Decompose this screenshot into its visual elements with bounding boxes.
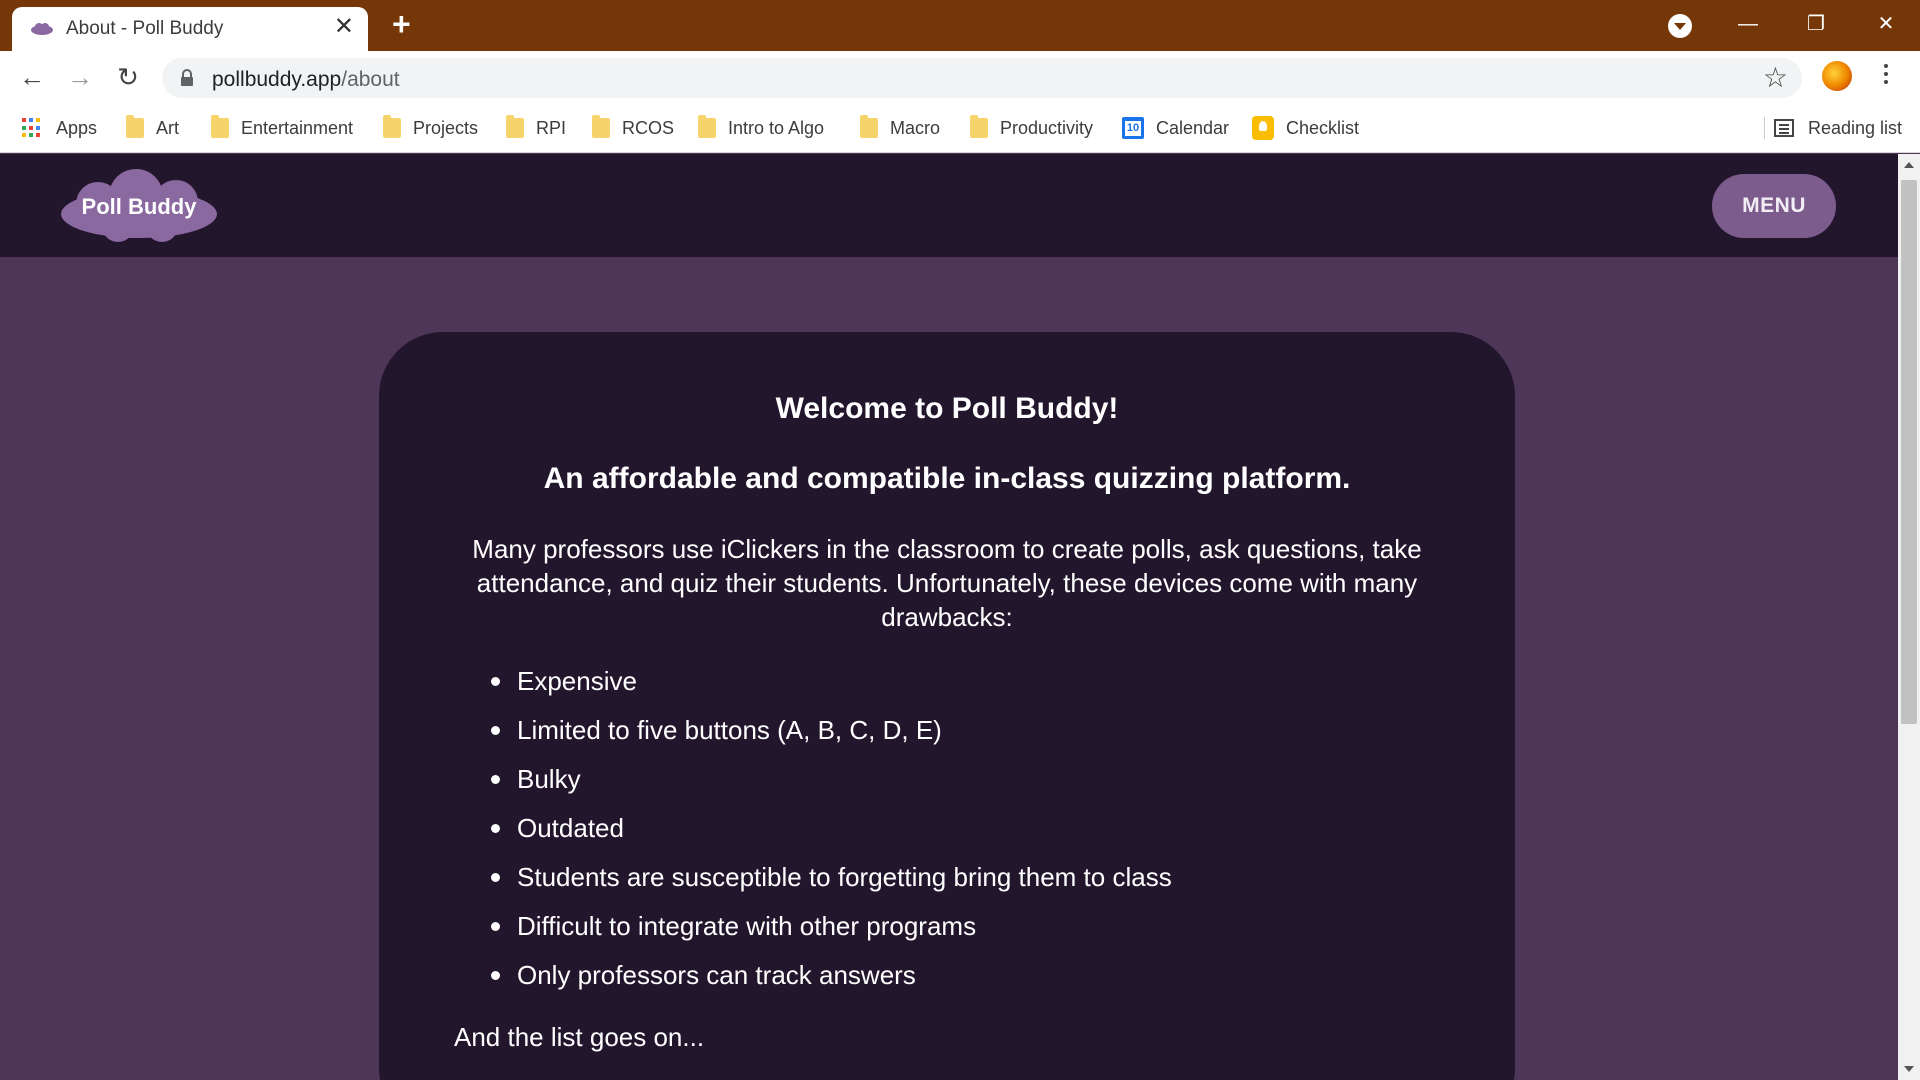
bookmark-label: Intro to Algo [728,117,825,138]
bookmark-productivity[interactable]: Productivity [970,115,1093,141]
tab-close-icon[interactable]: ✕ [334,15,354,39]
bookmark-label: RCOS [622,117,675,138]
bookmark-projects[interactable]: Projects [383,115,478,141]
profile-avatar[interactable] [1822,61,1852,91]
bookmark-rpi[interactable]: RPI [506,115,566,141]
bookmark-checklist[interactable]: Checklist [1252,115,1359,141]
bookmark-art[interactable]: Art [126,115,179,141]
keep-icon [1252,116,1274,140]
list-item: Expensive [491,664,1391,713]
bookmark-calendar[interactable]: 10 Calendar [1122,115,1229,141]
site-header: Poll Buddy MENU [0,154,1898,257]
browser-menu-icon[interactable] [1878,60,1894,92]
scrollbar-thumb[interactable] [1901,180,1917,724]
page-subtitle: An affordable and compatible in-class qu… [543,462,1351,495]
bookmark-label: Macro [890,117,941,138]
poll-buddy-logo[interactable]: Poll Buddy [58,168,220,244]
folder-icon [698,115,716,138]
menu-button[interactable]: MENU [1712,174,1836,238]
folder-icon [506,115,524,138]
bookmarks-bar: Apps Art Entertainment Projects RPI RCOS… [0,103,1920,153]
forward-button[interactable]: → [64,61,96,93]
close-window-button[interactable]: ✕ [1866,6,1906,42]
bookmark-label: Apps [56,117,98,138]
list-item: Bulky [491,762,1391,811]
tab-title: About - Poll Buddy [66,18,224,39]
folder-icon [592,115,610,138]
list-item: Limited to five buttons (A, B, C, D, E) [491,713,1391,762]
folder-icon [970,115,988,138]
bookmark-label: RPI [536,117,567,138]
bookmark-label: Checklist [1286,117,1360,138]
bookmark-label: Productivity [1000,117,1094,138]
browser-titlebar: About - Poll Buddy ✕ + — ❐ ✕ [0,0,1920,51]
bookmark-label: Art [156,117,180,138]
restore-button[interactable]: ❐ [1796,6,1836,42]
address-bar[interactable]: pollbuddy.app/about ☆ [162,58,1802,98]
lock-icon [181,69,193,86]
bookmark-entertainment[interactable]: Entertainment [211,115,353,141]
folder-icon [211,115,229,138]
list-item: Outdated [491,811,1391,860]
drawbacks-list: Expensive Limited to five buttons (A, B,… [491,664,1391,1007]
bookmark-intro-to-algo[interactable]: Intro to Algo [698,115,824,141]
reading-list-label: Reading list [1808,117,1903,138]
bookmark-label: Entertainment [241,117,354,138]
back-button[interactable]: ← [16,61,48,93]
calendar-icon-date: 10 [1125,121,1141,136]
apps-grid-icon [22,118,42,138]
bookmark-rcos[interactable]: RCOS [592,115,674,141]
folder-icon [860,115,878,138]
bookmark-label: Calendar [1156,117,1230,138]
reading-list-button[interactable]: Reading list [1774,115,1902,141]
bookmark-macro[interactable]: Macro [860,115,940,141]
reading-list-icon [1774,119,1794,137]
minimize-button[interactable]: — [1728,6,1768,42]
reload-button[interactable]: ↻ [112,61,144,93]
browser-tab-active[interactable]: About - Poll Buddy ✕ [12,7,368,51]
bookmark-apps[interactable]: Apps [22,115,97,141]
url-text: pollbuddy.app/about [212,68,400,92]
intro-paragraph: Many professors use iClickers in the cla… [472,534,1422,632]
url-path: /about [341,68,400,91]
bookmarks-divider [1764,117,1765,139]
folder-icon [126,115,144,138]
page-scrollbar[interactable] [1898,154,1920,1080]
url-domain: pollbuddy.app [212,68,342,91]
outro-paragraph: And the list goes on... [454,1022,705,1052]
poll-buddy-favicon-icon [31,23,53,35]
scroll-down-arrow-icon[interactable] [1904,1066,1914,1072]
list-item: Students are susceptible to forgetting b… [491,860,1391,909]
scroll-up-arrow-icon[interactable] [1904,162,1914,168]
list-item: Only professors can track answers [491,958,1391,1007]
tab-search-icon[interactable] [1668,14,1692,38]
folder-icon [383,115,401,138]
browser-toolbar: ← → ↻ pollbuddy.app/about ☆ [0,51,1920,103]
calendar-icon: 10 [1122,117,1144,139]
new-tab-button[interactable]: + [392,8,411,40]
list-item: Difficult to integrate with other progra… [491,909,1391,958]
page-title: Welcome to Poll Buddy! [775,392,1119,425]
about-card: Welcome to Poll Buddy! An affordable and… [379,332,1515,1080]
bookmark-label: Projects [413,117,479,138]
logo-text: Poll Buddy [81,194,197,219]
page-viewport: Poll Buddy MENU Welcome to Poll Buddy! A… [0,154,1898,1080]
bookmark-star-icon[interactable]: ☆ [1763,63,1788,93]
